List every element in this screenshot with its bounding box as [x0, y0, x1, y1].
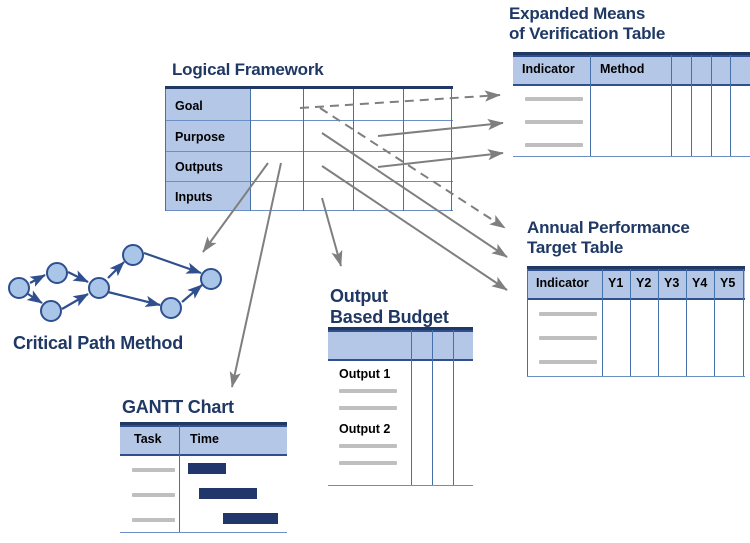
output-budget-title: Output Based Budget: [330, 286, 449, 327]
grid-vline: [353, 89, 355, 211]
critical-path-graph: [0, 0, 230, 322]
cpm-node[interactable]: [88, 277, 110, 299]
grid-vline: [691, 55, 693, 157]
output-budget-header-row: [328, 330, 473, 361]
cpm-edge: [181, 284, 203, 303]
grid-hline: [165, 181, 453, 183]
logical-framework-row-purpose[interactable]: Purpose: [166, 121, 251, 152]
placeholder-line: [525, 143, 583, 147]
grid-vline: [590, 55, 592, 157]
cpm-node[interactable]: [122, 244, 144, 266]
placeholder-line: [525, 97, 583, 101]
grid-vline: [630, 269, 632, 376]
expanded-means-table: Indicator Method: [513, 52, 750, 160]
cpm-edge: [61, 293, 89, 310]
annual-target-header-y4[interactable]: Y4: [687, 269, 715, 296]
annual-target-title: Annual Performance Target Table: [527, 218, 690, 257]
grid-hline: [120, 532, 287, 534]
grid-hline: [527, 376, 745, 378]
grid-hline: [165, 210, 453, 212]
grid-vline: [658, 269, 660, 376]
cpm-edge: [143, 251, 202, 275]
expanded-means-header-indicator[interactable]: Indicator: [513, 55, 591, 82]
grid-vline: [303, 89, 305, 211]
placeholder-line: [539, 336, 597, 340]
cpm-edge: [29, 274, 46, 287]
gantt-bar[interactable]: [199, 488, 257, 499]
annual-target-header-y2[interactable]: Y2: [631, 269, 659, 296]
grid-vline: [432, 330, 434, 486]
grid-vline: [165, 89, 167, 211]
grid-hline: [165, 120, 453, 122]
placeholder-line: [539, 360, 597, 364]
expanded-means-header-method[interactable]: Method: [591, 55, 673, 82]
gantt-table: Task Time: [120, 422, 287, 536]
grid-vline: [714, 269, 716, 376]
placeholder-line: [539, 312, 597, 316]
logical-framework-row-goal[interactable]: Goal: [166, 90, 251, 121]
placeholder-line: [339, 406, 397, 410]
cpm-node[interactable]: [160, 297, 182, 319]
cpm-edge: [26, 290, 43, 304]
placeholder-line: [339, 444, 397, 448]
placeholder-line: [132, 518, 175, 522]
logical-framework-row-inputs[interactable]: Inputs: [166, 182, 251, 211]
grid-vline: [602, 269, 604, 376]
grid-vline: [403, 89, 405, 211]
grid-vline: [411, 330, 413, 486]
gantt-header-time[interactable]: Time: [180, 425, 260, 452]
grid-hline: [165, 151, 453, 153]
grid-hline: [513, 156, 750, 158]
cpm-node[interactable]: [40, 300, 62, 322]
cpm-edge: [107, 261, 125, 279]
cpm-node[interactable]: [8, 277, 30, 299]
cpm-edge: [67, 270, 89, 283]
annual-target-header-indicator[interactable]: Indicator: [527, 269, 603, 296]
placeholder-line: [339, 461, 397, 465]
annual-target-header-y1[interactable]: Y1: [603, 269, 631, 296]
logical-framework-row-outputs[interactable]: Outputs: [166, 152, 251, 182]
placeholder-line: [339, 389, 397, 393]
diagram-canvas: Logical Framework Goal Purpose Outputs I…: [0, 0, 750, 543]
grid-vline: [730, 55, 732, 157]
gantt-bar[interactable]: [188, 463, 226, 474]
logical-framework-table: Goal Purpose Outputs Inputs: [165, 86, 453, 213]
grid-vline: [743, 269, 745, 376]
cpm-node[interactable]: [200, 268, 222, 290]
expanded-means-title: Expanded Means of Verification Table: [509, 4, 666, 43]
cpm-edge: [107, 290, 161, 308]
gantt-bar[interactable]: [223, 513, 278, 524]
grid-hline: [328, 485, 473, 487]
gantt-header-task[interactable]: Task: [120, 425, 180, 452]
grid-vline: [179, 425, 181, 533]
annual-target-header-y3[interactable]: Y3: [659, 269, 687, 296]
critical-path-title: Critical Path Method: [13, 333, 184, 353]
grid-vline: [711, 55, 713, 157]
output-budget-group-output-2[interactable]: Output 2: [339, 422, 390, 436]
placeholder-line: [525, 120, 583, 124]
grid-vline: [527, 269, 529, 376]
grid-vline: [453, 330, 455, 486]
gantt-title: GANTT Chart: [122, 397, 234, 417]
output-budget-table: Output 1 Output 2: [328, 327, 473, 491]
grid-vline: [250, 89, 252, 211]
grid-vline: [451, 89, 453, 211]
placeholder-line: [132, 468, 175, 472]
annual-target-table: Indicator Y1 Y2 Y3 Y4 Y5: [527, 266, 745, 379]
grid-vline: [686, 269, 688, 376]
cpm-node[interactable]: [46, 262, 68, 284]
annual-target-header-y5[interactable]: Y5: [715, 269, 745, 296]
output-budget-group-output-1[interactable]: Output 1: [339, 367, 390, 381]
placeholder-line: [132, 493, 175, 497]
grid-vline: [671, 55, 673, 157]
